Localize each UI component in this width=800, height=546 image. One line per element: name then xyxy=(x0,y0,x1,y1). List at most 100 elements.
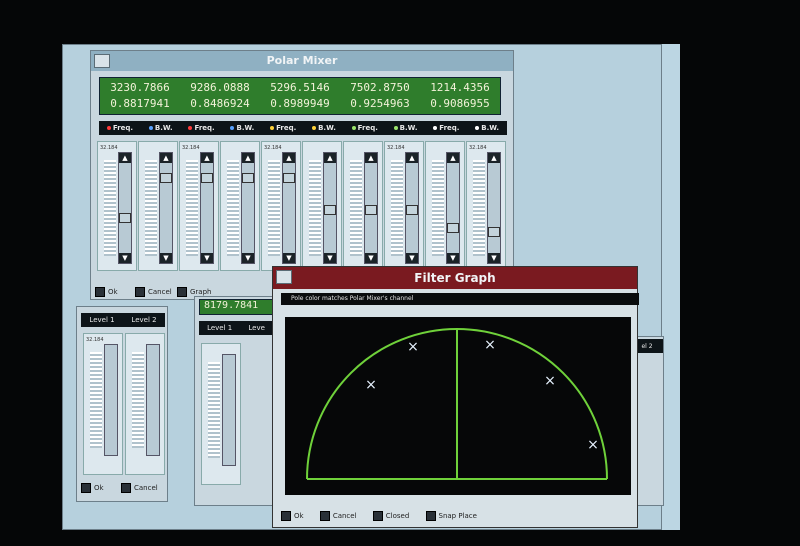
channel-ticks xyxy=(350,160,362,256)
channel-ticks xyxy=(268,160,280,256)
filter-graph-window: Filter Graph Pole color matches Polar Mi… xyxy=(272,266,639,528)
channel-slider[interactable]: ▲ ▼ xyxy=(138,141,178,271)
channel-header: B.W. xyxy=(148,124,173,132)
slider-track[interactable]: ▲ ▼ xyxy=(405,152,419,264)
level-track[interactable] xyxy=(104,344,118,456)
ok-checkbox[interactable]: Ok xyxy=(81,483,104,493)
pole-marker-icon: × xyxy=(484,337,496,353)
cancel-checkbox[interactable]: Cancel xyxy=(121,483,158,493)
pole-marker-icon: × xyxy=(407,339,419,355)
slider-down-arrow-icon[interactable]: ▼ xyxy=(242,253,254,263)
filter-graph-footer: Ok Cancel Closed Snap Place xyxy=(281,511,477,521)
slider-down-arrow-icon[interactable]: ▼ xyxy=(365,253,377,263)
slider-down-arrow-icon[interactable]: ▼ xyxy=(324,253,336,263)
slider-down-arrow-icon[interactable]: ▼ xyxy=(160,253,172,263)
slider-down-arrow-icon[interactable]: ▼ xyxy=(283,253,295,263)
system-menu-icon[interactable] xyxy=(94,54,110,68)
polar-mixer-title: Polar Mixer xyxy=(266,54,338,67)
pole-plot-svg: × × × × × xyxy=(306,328,608,480)
slider-down-arrow-icon[interactable]: ▼ xyxy=(406,253,418,263)
pole-marker-icon: × xyxy=(365,377,377,393)
slider-track[interactable]: ▲ ▼ xyxy=(364,152,378,264)
pole-plot: × × × × × xyxy=(285,317,631,495)
slider-thumb[interactable] xyxy=(201,173,213,183)
level-header: Level 2 xyxy=(131,316,157,324)
readout-value: 3230.7866 xyxy=(110,81,170,94)
slider-thumb[interactable] xyxy=(119,213,131,223)
slider-up-arrow-icon[interactable]: ▲ xyxy=(201,153,213,163)
channel-slider[interactable]: ▲ ▼ xyxy=(343,141,383,271)
slider-thumb[interactable] xyxy=(365,205,377,215)
snap-place-checkbox[interactable]: Snap Place xyxy=(425,511,477,521)
slider-thumb[interactable] xyxy=(242,173,254,183)
slider-up-arrow-icon[interactable]: ▲ xyxy=(488,153,500,163)
slider-thumb[interactable] xyxy=(160,173,172,183)
slider-track[interactable]: ▲ ▼ xyxy=(282,152,296,264)
channel-dot-icon xyxy=(351,126,356,130)
cancel-checkbox[interactable]: Cancel xyxy=(319,511,357,521)
channel-slider[interactable]: ▲ ▼ xyxy=(302,141,342,271)
slider-thumb[interactable] xyxy=(488,227,500,237)
level-slider[interactable]: 32.184 xyxy=(83,333,123,475)
level-header: Level 1 xyxy=(207,324,233,332)
readout-row-1: 3230.7866 9286.0888 5296.5146 7502.8750 … xyxy=(100,81,500,94)
channel-ticks xyxy=(186,160,198,256)
slider-track[interactable]: ▲ ▼ xyxy=(323,152,337,264)
channel-slider[interactable]: ▲ ▼ xyxy=(425,141,465,271)
channel-dot-icon xyxy=(312,126,317,130)
level-track[interactable] xyxy=(146,344,160,456)
slider-thumb[interactable] xyxy=(324,205,336,215)
slider-up-arrow-icon[interactable]: ▲ xyxy=(447,153,459,163)
slider-up-arrow-icon[interactable]: ▲ xyxy=(160,153,172,163)
slider-up-arrow-icon[interactable]: ▲ xyxy=(119,153,131,163)
level-ticks xyxy=(132,352,144,448)
channel-slider[interactable]: 32.184 ▲ ▼ xyxy=(179,141,219,271)
system-menu-icon[interactable] xyxy=(276,270,292,284)
slider-up-arrow-icon[interactable]: ▲ xyxy=(406,153,418,163)
slider-up-arrow-icon[interactable]: ▲ xyxy=(283,153,295,163)
slider-track[interactable]: ▲ ▼ xyxy=(241,152,255,264)
channel-ticks xyxy=(309,160,321,256)
slider-down-arrow-icon[interactable]: ▼ xyxy=(488,253,500,263)
channel-slider[interactable]: 32.184 ▲ ▼ xyxy=(261,141,301,271)
channel-ticks xyxy=(391,160,403,256)
slider-up-arrow-icon[interactable]: ▲ xyxy=(324,153,336,163)
level-2-header-strip: Level 1 Leve xyxy=(199,321,273,335)
readout-value: 7502.8750 xyxy=(350,81,410,94)
channel-slider[interactable]: 32.184 ▲ ▼ xyxy=(466,141,506,271)
channel-header-strip: Freq. B.W. Freq. B.W. Freq. B.W. Freq. B… xyxy=(99,121,507,135)
channel-ticks xyxy=(104,160,116,256)
level-track[interactable] xyxy=(222,354,236,466)
closed-checkbox[interactable]: Closed xyxy=(372,511,409,521)
level-ticks xyxy=(90,352,102,448)
level-slider[interactable] xyxy=(125,333,165,475)
channel-slider[interactable]: 32.184 ▲ ▼ xyxy=(384,141,424,271)
slider-thumb[interactable] xyxy=(447,223,459,233)
channel-header: Freq. xyxy=(106,124,133,132)
slider-track[interactable]: ▲ ▼ xyxy=(118,152,132,264)
readout-value: 0.9086955 xyxy=(430,97,490,110)
slider-down-arrow-icon[interactable]: ▼ xyxy=(119,253,131,263)
channel-slider[interactable]: ▲ ▼ xyxy=(220,141,260,271)
polar-mixer-titlebar: Polar Mixer xyxy=(91,51,513,71)
slider-down-arrow-icon[interactable]: ▼ xyxy=(447,253,459,263)
channel-slider[interactable]: 32.184 ▲ ▼ xyxy=(97,141,137,271)
slider-thumb[interactable] xyxy=(283,173,295,183)
slider-track[interactable]: ▲ ▼ xyxy=(446,152,460,264)
slider-down-arrow-icon[interactable]: ▼ xyxy=(201,253,213,263)
slider-track[interactable]: ▲ ▼ xyxy=(200,152,214,264)
cancel-checkbox[interactable]: Cancel xyxy=(135,287,172,297)
filter-graph-title: Filter Graph xyxy=(414,271,496,285)
ok-checkbox[interactable]: Ok xyxy=(281,511,304,521)
slider-track[interactable]: ▲ ▼ xyxy=(487,152,501,264)
channel-dot-icon xyxy=(230,126,235,130)
slider-thumb[interactable] xyxy=(406,205,418,215)
channel-header: B.W. xyxy=(312,124,336,132)
readout-value: 5296.5146 xyxy=(270,81,330,94)
slider-up-arrow-icon[interactable]: ▲ xyxy=(365,153,377,163)
ok-checkbox[interactable]: Ok xyxy=(95,287,118,297)
level-slider[interactable] xyxy=(201,343,241,485)
slider-up-arrow-icon[interactable]: ▲ xyxy=(242,153,254,163)
channel-dot-icon xyxy=(433,126,438,130)
slider-track[interactable]: ▲ ▼ xyxy=(159,152,173,264)
